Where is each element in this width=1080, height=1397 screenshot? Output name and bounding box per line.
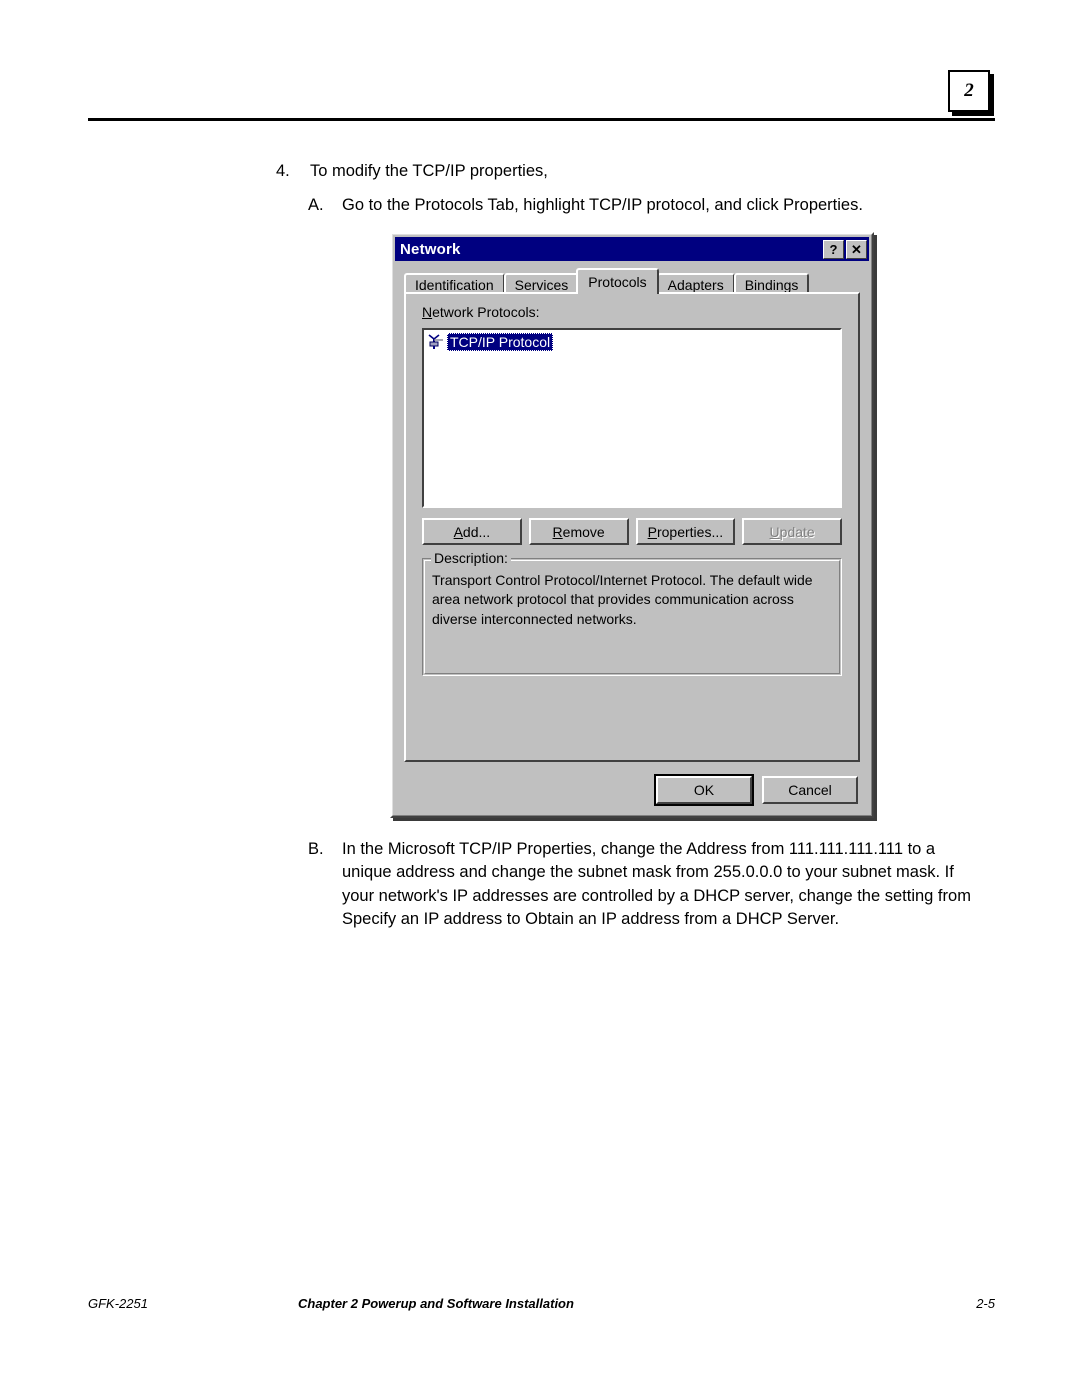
add-button-label: dd... <box>462 523 491 540</box>
description-group-title: Description: <box>431 550 511 566</box>
network-dialog[interactable]: Network ? ✕ Identification Services Prot… <box>390 232 874 818</box>
tab-identification[interactable]: Identification <box>404 273 505 294</box>
help-icon[interactable]: ? <box>823 239 844 259</box>
properties-button-label: roperties... <box>656 523 724 540</box>
network-protocols-label-rest: etwork Protocols: <box>432 304 540 320</box>
protocols-tab-panel: Network Protocols: TCP/IP Protocol Add..… <box>404 292 860 762</box>
footer-chapter-title: Chapter 2 Powerup and Software Installat… <box>298 1296 574 1311</box>
titlebar-button-group: ? ✕ <box>823 239 867 259</box>
step-4-text: To modify the TCP/IP properties, <box>310 162 548 180</box>
properties-button[interactable]: Properties... <box>635 518 736 545</box>
chapter-number-box: 2 <box>948 70 990 112</box>
network-protocol-icon <box>428 334 443 349</box>
list-item[interactable]: TCP/IP Protocol <box>424 330 840 352</box>
step-4a: A. Go to the Protocols Tab, highlight TC… <box>308 194 968 217</box>
dialog-titlebar[interactable]: Network ? ✕ <box>395 237 869 261</box>
dialog-footer-buttons: OK Cancel <box>654 774 858 806</box>
tab-bindings[interactable]: Bindings <box>733 273 810 294</box>
step-4a-marker: A. <box>308 196 324 214</box>
tab-services[interactable]: Services <box>503 273 580 294</box>
step-4b: B. In the Microsoft TCP/IP Properties, c… <box>308 838 978 932</box>
update-button: Update <box>742 518 842 545</box>
header-divider <box>88 118 995 121</box>
network-protocols-label-accel: N <box>422 304 433 320</box>
step-4b-marker: B. <box>308 840 324 858</box>
step-4a-text: Go to the Protocols Tab, highlight TCP/I… <box>342 196 863 214</box>
network-protocols-listbox[interactable]: TCP/IP Protocol <box>422 328 842 508</box>
update-button-label: pdate <box>779 523 815 540</box>
step-4: 4. To modify the TCP/IP properties, <box>276 160 876 183</box>
protocol-action-buttons: Add... Remove Properties... Update <box>422 518 842 545</box>
chapter-number: 2 <box>964 80 974 101</box>
add-button[interactable]: Add... <box>422 518 522 545</box>
footer-doc-id: GFK-2251 <box>88 1296 148 1311</box>
list-item-label: TCP/IP Protocol <box>447 333 554 351</box>
ok-button[interactable]: OK <box>654 774 754 806</box>
add-button-accel: A <box>453 523 463 540</box>
step-4-marker: 4. <box>276 162 290 180</box>
page-footer: GFK-2251 Chapter 2 Powerup and Software … <box>88 1296 995 1311</box>
description-groupbox: Description: Transport Control Protocol/… <box>422 550 842 676</box>
step-4b-text: In the Microsoft TCP/IP Properties, chan… <box>342 840 971 929</box>
update-button-accel: U <box>769 523 780 540</box>
footer-page-number: 2-5 <box>976 1296 995 1311</box>
dialog-tabstrip[interactable]: Identification Services Protocols Adapte… <box>404 268 860 294</box>
remove-button-label: emove <box>562 523 605 540</box>
cancel-button[interactable]: Cancel <box>762 776 858 804</box>
tab-adapters[interactable]: Adapters <box>656 273 735 294</box>
close-icon[interactable]: ✕ <box>846 239 867 259</box>
remove-button-accel: R <box>552 523 563 540</box>
remove-button[interactable]: Remove <box>528 518 629 545</box>
network-protocols-label: Network Protocols: <box>422 304 540 320</box>
tab-protocols[interactable]: Protocols <box>576 268 659 294</box>
properties-button-accel: P <box>647 523 657 540</box>
dialog-title: Network <box>400 240 461 258</box>
description-text: Transport Control Protocol/Internet Prot… <box>432 572 813 627</box>
